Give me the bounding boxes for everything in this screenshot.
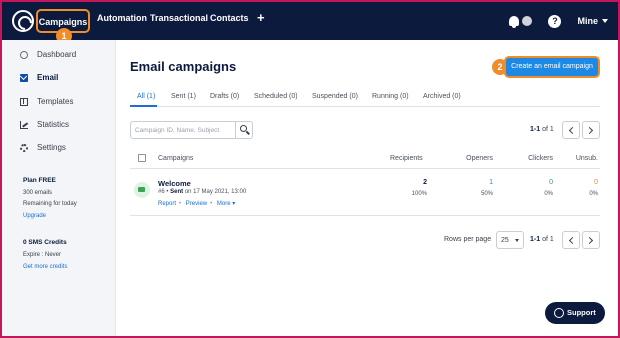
top-navigation: Campaigns 1 Automation Transactional Con… bbox=[2, 2, 618, 44]
email-icon bbox=[20, 73, 28, 82]
nav-contacts[interactable]: Contacts bbox=[210, 13, 249, 23]
sidebar-item-templates[interactable]: Templates bbox=[2, 90, 115, 113]
header-unsub: Unsub. bbox=[575, 155, 598, 162]
tab-running[interactable]: Running (0) bbox=[372, 93, 409, 100]
tab-scheduled[interactable]: Scheduled (0) bbox=[254, 93, 298, 100]
support-button[interactable]: Support bbox=[545, 302, 605, 324]
templates-icon bbox=[20, 97, 28, 106]
create-campaign-button[interactable]: Create an email campaign bbox=[504, 56, 600, 78]
table-row: Welcome #6 • Sent on 17 May 2021, 13:00 … bbox=[130, 170, 600, 216]
bottom-prev-page-button[interactable] bbox=[562, 231, 580, 249]
sidebar-item-settings[interactable]: Settings bbox=[2, 136, 115, 159]
nav-transactional[interactable]: Transactional bbox=[150, 13, 208, 23]
sidebar-item-label: Templates bbox=[37, 97, 74, 106]
pager-summary: 1-1 of 1 bbox=[530, 126, 554, 133]
tab-suspended[interactable]: Suspended (0) bbox=[312, 93, 358, 100]
unsub-count: 0 bbox=[594, 179, 598, 186]
account-menu[interactable]: Mine bbox=[577, 16, 608, 26]
active-tab-indicator bbox=[130, 105, 157, 107]
search-button[interactable] bbox=[235, 121, 253, 139]
next-page-button[interactable] bbox=[582, 121, 600, 139]
logo-icon[interactable] bbox=[12, 10, 34, 32]
bottom-next-page-button[interactable] bbox=[582, 231, 600, 249]
sms-expire: Expire : Never bbox=[23, 252, 62, 258]
select-all-checkbox[interactable] bbox=[138, 154, 146, 162]
prev-page-button[interactable] bbox=[562, 121, 580, 139]
sidebar-item-dashboard[interactable]: Dashboard bbox=[2, 43, 115, 66]
bottom-pager-summary: 1-1 of 1 bbox=[530, 236, 554, 243]
help-icon[interactable]: ? bbox=[548, 14, 562, 28]
search-input[interactable]: Campaign ID, Name, Subject bbox=[130, 121, 236, 139]
settings-icon bbox=[20, 143, 28, 152]
openers-count: 1 bbox=[489, 179, 493, 186]
header-clickers: Clickers bbox=[528, 155, 553, 162]
more-menu[interactable]: More ▾ bbox=[217, 201, 235, 207]
preview-link[interactable]: Preview bbox=[186, 201, 207, 207]
page-title: Email campaigns bbox=[130, 59, 237, 74]
account-label: Mine bbox=[577, 16, 598, 26]
tab-drafts[interactable]: Drafts (0) bbox=[210, 93, 239, 100]
chevron-left-icon bbox=[568, 236, 577, 245]
report-link[interactable]: Report bbox=[158, 201, 176, 207]
campaign-meta: #6 • Sent on 17 May 2021, 13:00 bbox=[158, 189, 247, 195]
campaign-tabs: All (1) Sent (1) Drafts (0) Scheduled (0… bbox=[130, 90, 600, 107]
clickers-pct: 0% bbox=[544, 191, 553, 197]
recipients-pct: 100% bbox=[411, 191, 427, 197]
rows-per-page-label: Rows per page bbox=[444, 236, 492, 243]
clickers-count: 0 bbox=[549, 179, 553, 186]
get-more-credits-link[interactable]: Get more credits bbox=[23, 264, 67, 270]
dashboard-icon bbox=[20, 50, 28, 59]
sidebar-item-statistics[interactable]: Statistics bbox=[2, 113, 115, 136]
header-campaigns: Campaigns bbox=[158, 155, 194, 162]
sidebar-item-label: Settings bbox=[37, 143, 66, 152]
rows-per-page-select[interactable]: 25 bbox=[496, 231, 524, 249]
header-openers: Openers bbox=[466, 155, 493, 162]
top-right-actions: ? Mine bbox=[509, 11, 608, 31]
unsub-pct: 0% bbox=[589, 191, 598, 197]
bell-icon[interactable] bbox=[509, 16, 520, 28]
sidebar-item-email[interactable]: Email bbox=[2, 66, 115, 89]
sms-credits-title: 0 SMS Credits bbox=[23, 239, 67, 246]
support-label: Support bbox=[567, 308, 596, 317]
sidebar-item-label: Statistics bbox=[37, 120, 70, 129]
chevron-right-icon bbox=[585, 126, 594, 135]
email-sent-icon bbox=[134, 182, 150, 198]
plan-remaining: Remaining for today bbox=[23, 201, 77, 207]
campaign-status: Sent bbox=[170, 189, 184, 195]
sidebar-item-label: Dashboard bbox=[37, 50, 77, 59]
app-frame: Campaigns 1 Automation Transactional Con… bbox=[0, 0, 620, 338]
sidebar: Dashboard Email Templates Statistics Set… bbox=[2, 40, 116, 336]
tab-sent[interactable]: Sent (1) bbox=[171, 93, 196, 100]
openers-pct: 50% bbox=[480, 191, 493, 197]
chat-icon bbox=[554, 308, 564, 318]
chevron-down-icon bbox=[602, 19, 608, 23]
chevron-down-icon bbox=[515, 239, 519, 242]
campaign-name[interactable]: Welcome bbox=[158, 179, 191, 188]
add-icon[interactable]: + bbox=[257, 10, 265, 25]
tab-all[interactable]: All (1) bbox=[137, 93, 155, 100]
header-recipients: Recipients bbox=[390, 155, 423, 162]
chevron-left-icon bbox=[568, 126, 577, 135]
plan-emails: 300 emails bbox=[23, 190, 53, 196]
main-content: Email campaigns 2 Create an email campai… bbox=[116, 40, 618, 336]
nav-automation[interactable]: Automation bbox=[97, 13, 147, 23]
upgrade-link[interactable]: Upgrade bbox=[23, 213, 46, 219]
statistics-icon bbox=[20, 120, 28, 129]
plan-title: Plan FREE bbox=[23, 177, 56, 184]
notification-badge bbox=[522, 16, 533, 26]
recipients-count: 2 bbox=[423, 179, 427, 186]
chevron-right-icon bbox=[585, 236, 594, 245]
sidebar-item-label: Email bbox=[37, 73, 59, 82]
table-header: Campaigns Recipients Openers Clickers Un… bbox=[130, 151, 600, 169]
tab-archived[interactable]: Archived (0) bbox=[423, 93, 461, 100]
campaign-actions: Report • Preview • More ▾ bbox=[158, 201, 236, 207]
